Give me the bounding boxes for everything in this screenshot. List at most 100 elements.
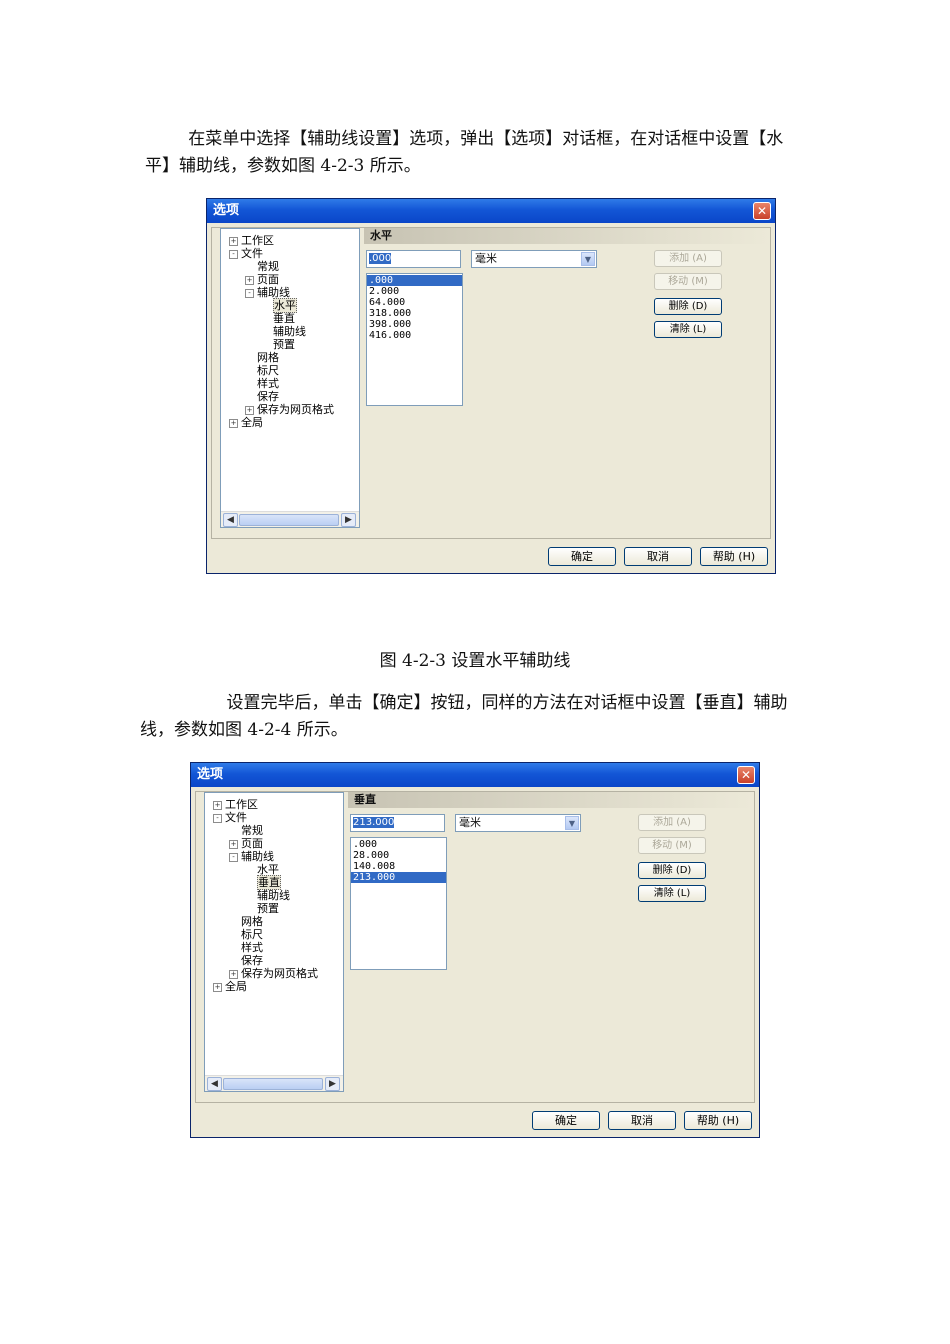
- list-item[interactable]: 28.000: [351, 850, 446, 861]
- dialog-titlebar[interactable]: 选项 ✕: [207, 199, 775, 223]
- delete-button[interactable]: 删除 (D): [654, 298, 722, 315]
- list-item[interactable]: 2.000: [367, 286, 462, 297]
- tree-item-global[interactable]: + 全局: [213, 980, 247, 993]
- tree-item-label: 全局: [241, 416, 263, 429]
- ok-button[interactable]: 确定: [548, 547, 616, 566]
- unit-select[interactable]: 毫米 ▼: [455, 814, 581, 832]
- collapse-icon[interactable]: -: [229, 853, 238, 862]
- tree-item-workspace[interactable]: + 工作区: [213, 798, 258, 811]
- tree-item-vertical[interactable]: 垂直: [261, 312, 295, 325]
- tree-item-file[interactable]: - 文件: [213, 811, 247, 824]
- chevron-left-icon[interactable]: ◀: [207, 1077, 222, 1091]
- list-item[interactable]: .000: [367, 275, 462, 286]
- chevron-right-icon[interactable]: ▶: [341, 513, 356, 527]
- move-button[interactable]: 移动 (M): [654, 273, 722, 290]
- tree-item-preset[interactable]: 预置: [261, 338, 295, 351]
- tree-item-save-as-web[interactable]: + 保存为网页格式: [245, 403, 334, 416]
- tree-item-page[interactable]: + 页面: [245, 273, 279, 286]
- tree-item-file[interactable]: - 文件: [229, 247, 263, 260]
- delete-button[interactable]: 删除 (D): [638, 862, 706, 879]
- unit-select-value: 毫米: [475, 252, 497, 265]
- ok-button[interactable]: 确定: [532, 1111, 600, 1130]
- tree-item-ruler[interactable]: 标尺: [245, 364, 279, 377]
- add-button[interactable]: 添加 (A): [654, 250, 722, 267]
- tree-item-guides[interactable]: - 辅助线: [229, 850, 274, 863]
- guide-value-list[interactable]: .000 28.000 140.008 213.000: [350, 837, 447, 970]
- list-item[interactable]: 318.000: [367, 308, 462, 319]
- list-item[interactable]: 64.000: [367, 297, 462, 308]
- close-icon[interactable]: ✕: [737, 766, 755, 784]
- expand-icon[interactable]: +: [229, 419, 238, 428]
- tree-item-vertical[interactable]: 垂直: [245, 875, 281, 890]
- horizontal-scrollbar[interactable]: ◀ ▶: [221, 511, 359, 527]
- tree-item-label: 辅助线: [241, 850, 274, 863]
- expand-icon[interactable]: +: [229, 237, 238, 246]
- chevron-right-icon[interactable]: ▶: [325, 1077, 340, 1091]
- chevron-down-icon[interactable]: ▼: [565, 816, 579, 830]
- add-button[interactable]: 添加 (A): [638, 814, 706, 831]
- unit-select-value: 毫米: [459, 816, 481, 829]
- list-item[interactable]: 140.008: [351, 861, 446, 872]
- tree-item-save[interactable]: 保存: [229, 954, 263, 967]
- help-button[interactable]: 帮助 (H): [684, 1111, 752, 1130]
- collapse-icon[interactable]: -: [245, 289, 254, 298]
- expand-icon[interactable]: +: [213, 983, 222, 992]
- clear-button[interactable]: 清除 (L): [638, 885, 706, 902]
- cancel-button[interactable]: 取消: [608, 1111, 676, 1130]
- tree-item-ruler[interactable]: 标尺: [229, 928, 263, 941]
- tree-item-style[interactable]: 样式: [229, 941, 263, 954]
- tree-item-preset[interactable]: 预置: [245, 902, 279, 915]
- tree-item-guides-sub[interactable]: 辅助线: [245, 889, 290, 902]
- tree-item-label: 工作区: [241, 234, 274, 247]
- guide-value-input[interactable]: .000: [366, 250, 461, 268]
- tree-item-style[interactable]: 样式: [245, 377, 279, 390]
- list-item[interactable]: .000: [351, 839, 446, 850]
- tree-item-label: 垂直: [257, 875, 281, 890]
- tree-item-grid[interactable]: 网格: [229, 915, 263, 928]
- list-item[interactable]: 213.000: [351, 872, 446, 883]
- tree-item-save-as-web[interactable]: + 保存为网页格式: [229, 967, 318, 980]
- dialog-titlebar[interactable]: 选项 ✕: [191, 763, 759, 787]
- expand-icon[interactable]: +: [245, 276, 254, 285]
- category-tree[interactable]: + 工作区 - 文件 常规 + 页面 - 辅助线 水平 垂直 辅助线 预置 网格 标尺 样式 保存 + 保存为网页格…: [220, 228, 360, 528]
- collapse-icon[interactable]: -: [213, 814, 222, 823]
- tree-item-label: 文件: [225, 811, 247, 824]
- tree-item-global[interactable]: + 全局: [229, 416, 263, 429]
- tree-item-horizontal[interactable]: 水平: [261, 298, 297, 313]
- horizontal-scrollbar[interactable]: ◀ ▶: [205, 1075, 343, 1091]
- expand-icon[interactable]: +: [229, 840, 238, 849]
- help-button[interactable]: 帮助 (H): [700, 547, 768, 566]
- tree-item-label: 辅助线: [273, 325, 306, 338]
- options-dialog-horizontal: 选项 ✕ + 工作区 - 文件 常规 + 页面 - 辅助线 水平 垂直 辅助线 预置 网格 标尺 样式 保存 + 保存为…: [206, 198, 776, 574]
- chevron-left-icon[interactable]: ◀: [223, 513, 238, 527]
- tree-item-label: 页面: [257, 273, 279, 286]
- tree-item-general[interactable]: 常规: [245, 260, 279, 273]
- tree-item-label: 网格: [241, 915, 263, 928]
- tree-item-label: 保存为网页格式: [241, 967, 318, 980]
- expand-icon[interactable]: +: [245, 406, 254, 415]
- tree-item-label: 保存为网页格式: [257, 403, 334, 416]
- guide-value-input[interactable]: 213.000: [350, 814, 445, 832]
- clear-button[interactable]: 清除 (L): [654, 321, 722, 338]
- chevron-down-icon[interactable]: ▼: [581, 252, 595, 266]
- scrollbar-thumb[interactable]: [239, 514, 339, 526]
- scrollbar-thumb[interactable]: [223, 1078, 323, 1090]
- list-item[interactable]: 416.000: [367, 330, 462, 341]
- collapse-icon[interactable]: -: [229, 250, 238, 259]
- guide-value-list[interactable]: .000 2.000 64.000 318.000 398.000 416.000: [366, 273, 463, 406]
- expand-icon[interactable]: +: [213, 801, 222, 810]
- tree-item-workspace[interactable]: + 工作区: [229, 234, 274, 247]
- unit-select[interactable]: 毫米 ▼: [471, 250, 597, 268]
- paragraph-2: 设置完毕后，单击【确定】按钮，同样的方法在对话框中设置【垂直】辅助线，参数如图 …: [140, 693, 788, 740]
- cancel-button[interactable]: 取消: [624, 547, 692, 566]
- tree-item-guides-sub[interactable]: 辅助线: [261, 325, 306, 338]
- tree-item-save[interactable]: 保存: [245, 390, 279, 403]
- tree-item-general[interactable]: 常规: [229, 824, 263, 837]
- tree-item-page[interactable]: + 页面: [229, 837, 263, 850]
- tree-item-grid[interactable]: 网格: [245, 351, 279, 364]
- list-item[interactable]: 398.000: [367, 319, 462, 330]
- move-button[interactable]: 移动 (M): [638, 837, 706, 854]
- expand-icon[interactable]: +: [229, 970, 238, 979]
- category-tree[interactable]: + 工作区 - 文件 常规 + 页面 - 辅助线 水平 垂直 辅助线 预置 网格 标尺 样式 保存 + 保存为网页格…: [204, 792, 344, 1092]
- close-icon[interactable]: ✕: [753, 202, 771, 220]
